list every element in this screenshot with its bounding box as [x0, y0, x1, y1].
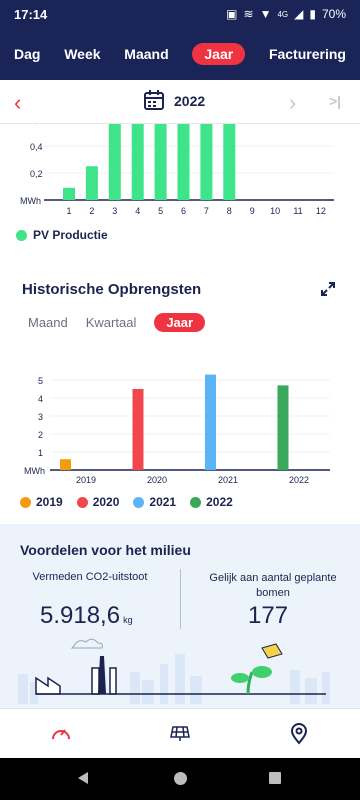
bar-month-8 — [223, 124, 236, 200]
subtab-maand[interactable]: Maand — [28, 315, 68, 330]
y-tick-label: 0,2 — [30, 169, 43, 179]
wifi-icon: ▼ — [259, 7, 272, 21]
environment-card: Voordelen voor het milieu Vermeden CO2-u… — [0, 524, 360, 708]
tab-facturering[interactable]: Facturering — [269, 46, 346, 62]
co2-value: 5.918,6 — [40, 602, 121, 629]
x-tick-label: 2 — [89, 206, 94, 216]
expand-icon[interactable] — [320, 281, 336, 302]
last-year-button[interactable]: >| — [329, 93, 341, 109]
y-unit-label: MWh — [24, 466, 45, 476]
y-tick-label: 0,4 — [30, 142, 43, 152]
next-year-button[interactable]: › — [289, 90, 296, 116]
historic-title: Historische Opbrengsten — [22, 281, 202, 298]
network-label: 4G — [277, 9, 289, 19]
y-tick-label: 0,6 — [30, 124, 43, 125]
x-tick-label: 12 — [316, 206, 326, 216]
x-tick-label: 2021 — [218, 475, 238, 485]
bar-year-2019 — [60, 459, 71, 470]
subtab-jaar[interactable]: Jaar — [154, 313, 206, 332]
battery-level: 70% — [321, 7, 346, 21]
bar-month-2 — [85, 166, 98, 200]
bar-month-4 — [131, 124, 144, 200]
x-tick-label: 5 — [158, 206, 163, 216]
system-navigation — [0, 758, 360, 800]
pv-production-chart: 0,60,40,2MWh123456789101112 — [20, 124, 334, 216]
y-tick-label: 5 — [38, 376, 43, 386]
x-tick-label: 7 — [204, 206, 209, 216]
calendar-icon[interactable] — [143, 89, 165, 116]
x-tick-label: 2022 — [289, 475, 309, 485]
tab-jaar[interactable]: Jaar — [192, 43, 246, 65]
x-tick-label: 2019 — [76, 475, 96, 485]
home-icon[interactable] — [174, 772, 187, 785]
x-tick-label: 1 — [66, 206, 71, 216]
historic-chart: 1 2 3 4 5 MWh 2019 2020 2021 2022 — [24, 374, 330, 485]
date-navigation: ‹ 2022 › >| — [0, 80, 360, 124]
historic-legend: 2019 2020 2021 2022 — [20, 495, 233, 509]
x-tick-label: 4 — [135, 206, 140, 216]
environment-title: Voordelen voor het milieu — [20, 542, 191, 558]
back-icon[interactable] — [76, 771, 90, 790]
subtab-kwartaal[interactable]: Kwartaal — [86, 315, 137, 330]
battery-icon: ▮ — [309, 7, 316, 21]
legend-dot-2021 — [133, 496, 145, 508]
period-tabs: Dag Week Maand Jaar Facturering — [0, 28, 360, 80]
tab-dag[interactable]: Dag — [14, 46, 40, 62]
location-pin-icon[interactable] — [290, 723, 308, 750]
vibrate-icon: ≋ — [243, 7, 254, 21]
environment-illustration — [18, 638, 330, 704]
tab-maand[interactable]: Maand — [124, 46, 168, 62]
recent-apps-icon[interactable] — [269, 772, 281, 784]
bar-year-2020 — [132, 389, 144, 470]
bar-month-5 — [154, 124, 167, 200]
x-tick-label: 2020 — [147, 475, 167, 485]
x-tick-label: 6 — [181, 206, 186, 216]
nfc-icon: ▣ — [226, 7, 238, 21]
divider — [180, 569, 181, 629]
legend-dot-2020 — [76, 496, 88, 508]
legend-2022: 2022 — [190, 495, 233, 509]
y-unit-label: MWh — [20, 196, 41, 206]
legend-2020: 2020 — [76, 495, 119, 509]
previous-year-button[interactable]: ‹ — [14, 90, 21, 116]
tab-week[interactable]: Week — [64, 46, 100, 62]
x-tick-label: 9 — [250, 206, 255, 216]
selected-year[interactable]: 2022 — [174, 93, 205, 109]
pv-legend: PV Productie — [16, 228, 108, 242]
bar-year-2021 — [205, 374, 216, 470]
bar-month-3 — [108, 124, 121, 200]
bar-month-1 — [63, 187, 75, 200]
legend-dot-2022 — [190, 496, 202, 508]
pv-legend-dot — [16, 229, 27, 241]
co2-unit: kg — [123, 615, 133, 625]
y-tick-label: 1 — [38, 448, 43, 458]
x-tick-label: 10 — [270, 206, 280, 216]
trees-value: 177 — [248, 602, 289, 629]
historic-subtabs: Maand Kwartaal Jaar — [28, 313, 206, 332]
bar-year-2022 — [277, 385, 289, 470]
y-tick-label: 3 — [38, 412, 43, 422]
legend-2019: 2019 — [20, 495, 63, 509]
status-bar: 17:14 ▣ ≋ ▼ 4G ◢ ▮ 70% — [0, 0, 360, 28]
speedometer-icon[interactable] — [50, 723, 72, 748]
trees-label: Gelijk aan aantal geplante bomen — [209, 572, 337, 599]
legend-2021: 2021 — [133, 495, 176, 509]
x-tick-label: 11 — [293, 206, 302, 216]
pv-legend-label: PV Productie — [33, 228, 108, 242]
x-tick-label: 8 — [227, 206, 232, 216]
legend-dot-2019 — [20, 496, 31, 508]
y-tick-label: 4 — [38, 394, 43, 404]
signal-icon: ◢ — [294, 7, 304, 21]
x-tick-label: 3 — [112, 206, 117, 216]
solar-panel-icon[interactable] — [169, 723, 191, 748]
co2-value-row: 5.918,6 kg — [40, 602, 133, 630]
y-tick-label: 2 — [38, 430, 43, 440]
status-time: 17:14 — [14, 6, 48, 22]
bar-month-7 — [200, 124, 213, 200]
bottom-navigation — [0, 708, 360, 758]
bar-month-6 — [177, 124, 190, 200]
co2-label: Vermeden CO2-uitstoot — [32, 571, 148, 583]
